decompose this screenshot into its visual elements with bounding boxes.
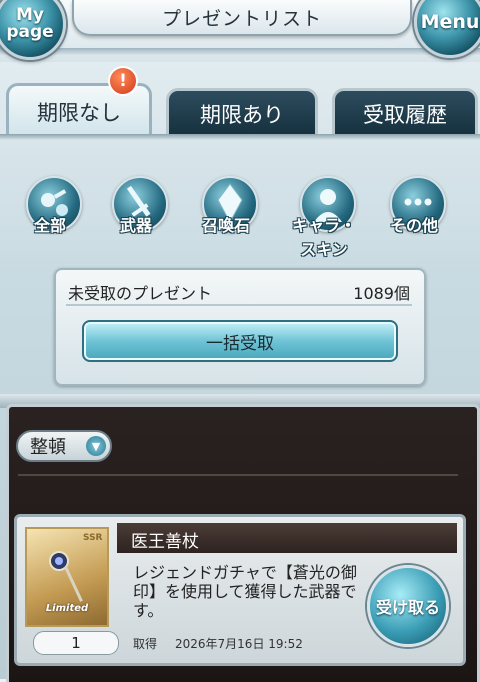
item-name-bar: 医王善杖 [117, 523, 457, 553]
header-bar: プレゼントリスト My page Menu [0, 0, 480, 62]
tab-receive-history[interactable]: 受取履歴 [332, 88, 478, 137]
filter-character-skin[interactable]: キャラ・スキン [286, 170, 362, 259]
filter-summon-label: 召喚石 [201, 216, 250, 235]
limited-tag: Limited [45, 603, 89, 614]
sort-button[interactable]: 整頓 ▼ [16, 430, 112, 462]
page-title: プレゼントリスト [161, 8, 322, 30]
tab-underline [0, 134, 480, 140]
present-item-card: SSR Limited 医王善杖 レジェンドガチャで【蒼光の御印】を使用して獲得… [14, 514, 466, 666]
acquired-label: 取得 [133, 637, 158, 651]
filter-weapon-label: 武器 [119, 216, 152, 235]
filter-all[interactable]: 全部 [12, 170, 88, 240]
divider [18, 474, 458, 476]
alert-badge: ! [108, 66, 138, 96]
item-description: レジェンドガチャで【蒼光の御印】を使用して獲得した武器です。 [133, 563, 357, 620]
receive-all-button[interactable]: 一括受取 [82, 320, 398, 362]
item-thumbnail: SSR Limited [25, 527, 109, 627]
rarity-tag: SSR [83, 533, 103, 543]
divider [66, 304, 412, 306]
unreceived-label: 未受取のプレゼント [68, 284, 213, 303]
acquired-date: 2026年7月16日 19:52 [175, 637, 303, 651]
title-plate: プレゼントリスト [72, 0, 412, 36]
filter-all-label: 全部 [33, 216, 66, 235]
header-ornament [0, 48, 480, 56]
receive-button[interactable]: 受け取る [367, 565, 449, 647]
chevron-down-icon: ▼ [86, 436, 106, 456]
filter-summon[interactable]: 召喚石 [188, 170, 264, 240]
item-name: 医王善杖 [131, 532, 199, 552]
present-count: 1089個 [353, 284, 410, 303]
present-summary-panel: 未受取のプレゼント 1089個 一括受取 [54, 268, 426, 386]
filter-weapon[interactable]: 武器 [98, 170, 174, 240]
tab-with-deadline[interactable]: 期限あり [166, 88, 318, 137]
filter-other[interactable]: その他 [376, 170, 452, 240]
quantity-field[interactable]: 1 [33, 631, 119, 655]
staff-icon [49, 551, 83, 602]
sort-label: 整頓 [30, 437, 66, 458]
filter-other-label: その他 [389, 216, 438, 235]
filter-character-skin-label: キャラ・スキン [291, 216, 356, 259]
